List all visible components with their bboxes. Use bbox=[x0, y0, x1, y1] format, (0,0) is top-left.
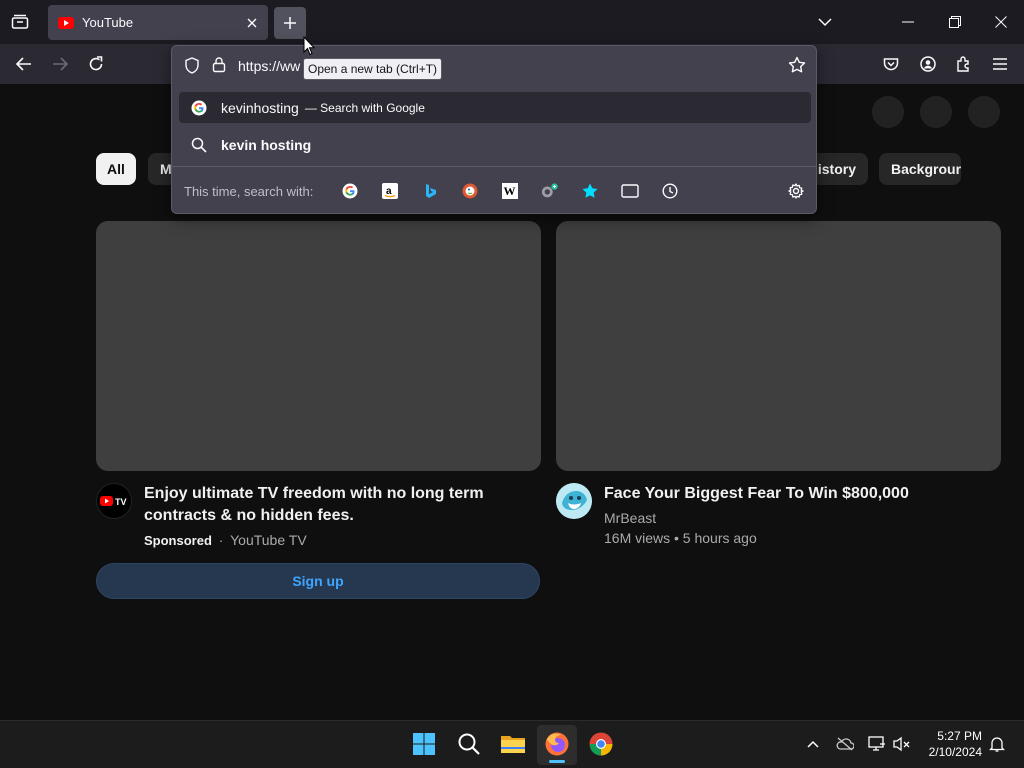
amazon-engine-icon[interactable]: a bbox=[381, 182, 399, 200]
video-title[interactable]: Enjoy ultimate TV freedom with no long t… bbox=[144, 483, 524, 527]
one-off-search-bar: This time, search with: a W bbox=[172, 166, 816, 214]
sponsored-label: Sponsored bbox=[144, 533, 212, 548]
video-title-line: Enjoy ultimate TV freedom with no long t… bbox=[144, 485, 484, 502]
windows-start-icon[interactable] bbox=[408, 728, 440, 760]
sign-up-button[interactable]: Sign up bbox=[96, 563, 540, 599]
forward-icon[interactable] bbox=[48, 52, 72, 76]
new-tab-tooltip: Open a new tab (Ctrl+T) bbox=[303, 58, 443, 80]
browser-titlebar: YouTube bbox=[0, 0, 1024, 44]
volume-muted-icon[interactable] bbox=[892, 734, 912, 754]
mouse-cursor-icon bbox=[303, 35, 316, 61]
search-with-label: This time, search with: bbox=[184, 184, 314, 199]
clock-time: 5:27 PM bbox=[937, 729, 982, 743]
video-stats: 16M views • 5 hours ago bbox=[604, 530, 757, 546]
youtube-favicon-icon bbox=[58, 16, 74, 29]
history-engine-icon[interactable] bbox=[661, 182, 679, 200]
channel-name[interactable]: YouTube TV bbox=[230, 532, 307, 548]
bookmarks-engine-icon[interactable] bbox=[581, 182, 599, 200]
close-window-icon[interactable] bbox=[987, 8, 1015, 36]
bing-engine-icon[interactable] bbox=[421, 182, 439, 200]
clock-date: 2/10/2024 bbox=[928, 745, 982, 759]
pocket-icon[interactable] bbox=[879, 52, 903, 76]
taskbar-active-indicator bbox=[549, 760, 565, 763]
header-action-circle[interactable] bbox=[872, 96, 904, 128]
taskbar-search-icon[interactable] bbox=[453, 728, 485, 760]
svg-text:a: a bbox=[386, 186, 392, 197]
header-action-circle[interactable] bbox=[968, 96, 1000, 128]
new-tab-button[interactable] bbox=[274, 7, 306, 39]
tab-youtube[interactable]: YouTube bbox=[48, 5, 268, 40]
svg-text:TV: TV bbox=[115, 497, 127, 507]
lock-icon[interactable] bbox=[212, 56, 226, 78]
suggestion-search-google[interactable]: kevinhosting — Search with Google bbox=[179, 92, 811, 123]
youtube-tv-avatar[interactable]: TV bbox=[96, 483, 132, 519]
video-thumbnail[interactable] bbox=[96, 221, 541, 471]
video-meta: Sponsored · YouTube TV bbox=[144, 532, 307, 548]
google-icon bbox=[191, 100, 207, 116]
urlbar-row[interactable]: https://ww bbox=[172, 46, 816, 86]
extensions-icon[interactable] bbox=[952, 52, 976, 76]
suggestion-action: — Search with Google bbox=[304, 100, 425, 115]
minimize-icon[interactable] bbox=[894, 8, 922, 36]
chip-background[interactable]: Backgrour bbox=[879, 153, 961, 185]
taskbar-clock[interactable]: 5:27 PM 2/10/2024 bbox=[920, 728, 982, 760]
network-icon[interactable] bbox=[867, 734, 887, 754]
suggestion-text: kevin hosting bbox=[221, 136, 312, 153]
search-settings-gear-icon[interactable] bbox=[787, 182, 805, 200]
video-title-line: contracts & no hidden fees. bbox=[144, 507, 354, 524]
reload-icon[interactable] bbox=[84, 52, 108, 76]
channel-name[interactable]: MrBeast bbox=[604, 510, 656, 526]
back-icon[interactable] bbox=[12, 52, 36, 76]
firefox-icon[interactable] bbox=[541, 728, 573, 760]
notification-bell-icon[interactable] bbox=[987, 734, 1007, 754]
search-addon-engine-icon[interactable] bbox=[541, 182, 559, 200]
bookmark-star-icon[interactable] bbox=[788, 56, 806, 79]
file-explorer-icon[interactable] bbox=[497, 728, 529, 760]
suggestion-text: kevinhosting bbox=[221, 99, 299, 116]
account-icon[interactable] bbox=[916, 52, 940, 76]
show-hidden-icons-chevron-up-icon[interactable] bbox=[803, 734, 823, 754]
tracking-protection-shield-icon[interactable] bbox=[184, 57, 200, 79]
tab-list-icon[interactable] bbox=[8, 10, 32, 34]
duckduckgo-engine-icon[interactable] bbox=[461, 182, 479, 200]
wikipedia-engine-icon[interactable]: W bbox=[501, 182, 519, 200]
video-title[interactable]: Face Your Biggest Fear To Win $800,000 bbox=[604, 483, 909, 505]
tab-title: YouTube bbox=[82, 15, 134, 30]
restore-icon[interactable] bbox=[941, 8, 969, 36]
list-all-tabs-chevron-down-icon[interactable] bbox=[811, 8, 839, 36]
close-tab-icon[interactable] bbox=[244, 15, 260, 31]
svg-text:W: W bbox=[504, 184, 516, 198]
menu-hamburger-icon[interactable] bbox=[988, 52, 1012, 76]
google-engine-icon[interactable] bbox=[341, 182, 359, 200]
header-action-circle[interactable] bbox=[920, 96, 952, 128]
suggestion-search-term[interactable]: kevin hosting bbox=[179, 129, 811, 160]
onedrive-icon[interactable] bbox=[835, 734, 855, 754]
video-thumbnail[interactable] bbox=[556, 221, 1001, 471]
tabs-engine-icon[interactable] bbox=[621, 182, 639, 200]
chrome-icon[interactable] bbox=[585, 728, 617, 760]
search-icon bbox=[191, 137, 207, 153]
mrbeast-avatar[interactable] bbox=[556, 483, 592, 519]
chip-all[interactable]: All bbox=[96, 153, 136, 185]
urlbar-panel: https://ww kevinhosting — Search with Go… bbox=[171, 45, 817, 214]
url-input[interactable]: https://ww bbox=[238, 58, 300, 74]
